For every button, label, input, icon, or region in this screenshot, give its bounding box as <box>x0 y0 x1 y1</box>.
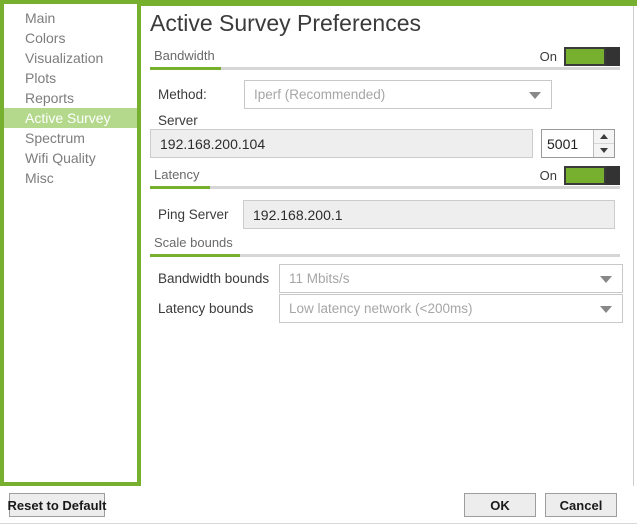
ok-button[interactable]: OK <box>464 493 536 517</box>
dialog-footer: Reset to Default OK Cancel <box>0 486 637 527</box>
chevron-down-icon <box>600 275 612 283</box>
chevron-down-icon <box>529 91 541 99</box>
latency-bounds-value: Low latency network (<200ms) <box>289 301 473 316</box>
toggle-knob <box>606 47 620 66</box>
server-label: Server <box>158 113 198 128</box>
ping-server-value: 192.168.200.1 <box>253 206 343 223</box>
port-stepper-buttons[interactable] <box>593 130 614 157</box>
sidebar-item-label: Misc <box>25 170 54 186</box>
latency-toggle-group[interactable]: On <box>540 166 620 185</box>
ping-server-row: Ping Server 192.168.200.1 <box>150 200 615 229</box>
latency-bounds-dropdown[interactable]: Low latency network (<200ms) <box>279 294 623 323</box>
latency-section-title: Latency <box>154 167 200 182</box>
bandwidth-toggle-group[interactable]: On <box>540 47 620 66</box>
ping-server-input[interactable]: 192.168.200.1 <box>243 200 615 229</box>
server-input[interactable]: 192.168.200.104 <box>150 129 533 158</box>
server-value: 192.168.200.104 <box>160 135 266 152</box>
method-row: Method: Iperf (Recommended) <box>150 80 620 109</box>
section-rule-active <box>150 254 240 257</box>
bandwidth-bounds-value: 11 Mbits/s <box>289 271 350 286</box>
toggle-track <box>564 47 606 66</box>
latency-bounds-row: Latency bounds Low latency network (<200… <box>150 294 623 323</box>
scale-bounds-section: Scale bounds <box>150 235 620 257</box>
latency-bounds-label: Latency bounds <box>158 301 254 316</box>
sidebar-item-reports[interactable]: Reports <box>4 88 137 108</box>
port-increment-button[interactable] <box>594 130 614 144</box>
sidebar-item-active-survey[interactable]: Active Survey <box>4 108 137 128</box>
preferences-content-panel: Active Survey Preferences Bandwidth On M… <box>141 6 633 486</box>
sidebar-item-misc[interactable]: Misc <box>4 168 137 188</box>
port-decrement-button[interactable] <box>594 144 614 157</box>
method-value: Iperf (Recommended) <box>254 87 386 102</box>
sidebar-item-plots[interactable]: Plots <box>4 68 137 88</box>
port-value: 5001 <box>547 135 579 152</box>
chevron-down-icon <box>600 305 612 313</box>
panel-right-edge <box>633 6 634 486</box>
bandwidth-section-header: Bandwidth On <box>150 47 620 70</box>
sidebar-item-label: Active Survey <box>25 110 111 126</box>
sidebar-item-label: Plots <box>25 70 57 86</box>
method-dropdown[interactable]: Iperf (Recommended) <box>244 80 552 109</box>
bandwidth-bounds-dropdown[interactable]: 11 Mbits/s <box>279 264 623 293</box>
sidebar-item-colors[interactable]: Colors <box>4 28 137 48</box>
reset-to-default-button[interactable]: Reset to Default <box>8 493 106 517</box>
sidebar-item-visualization[interactable]: Visualization <box>4 48 137 68</box>
bandwidth-bounds-label: Bandwidth bounds <box>158 271 270 286</box>
bandwidth-bounds-row: Bandwidth bounds 11 Mbits/s <box>150 264 623 293</box>
latency-section-header: Latency On <box>150 166 620 189</box>
latency-toggle-label: On <box>539 168 557 183</box>
sidebar-item-label: Colors <box>25 30 66 46</box>
sidebar-item-label: Spectrum <box>25 130 85 146</box>
section-rule <box>150 186 620 189</box>
page-title: Active Survey Preferences <box>150 10 422 36</box>
toggle-knob <box>606 166 620 185</box>
cancel-button[interactable]: Cancel <box>545 493 617 517</box>
bandwidth-toggle-switch[interactable] <box>564 47 620 66</box>
bandwidth-section: Bandwidth On <box>150 47 620 70</box>
latency-section: Latency On <box>150 166 620 189</box>
section-rule-active <box>150 186 210 189</box>
section-rule-active <box>150 67 221 70</box>
sidebar-item-main[interactable]: Main <box>4 8 137 28</box>
sidebar-item-label: Reports <box>25 90 75 106</box>
arrow-down-icon <box>600 148 608 153</box>
sidebar-item-label: Visualization <box>25 50 104 66</box>
port-stepper[interactable]: 5001 <box>541 129 615 158</box>
scale-bounds-section-header: Scale bounds <box>150 235 620 257</box>
sidebar-item-wifi-quality[interactable]: Wifi Quality <box>4 148 137 168</box>
sidebar-item-label: Wifi Quality <box>25 150 96 166</box>
sidebar-nav-list: Main Colors Visualization Plots Reports … <box>4 4 137 188</box>
toggle-track <box>564 166 606 185</box>
preferences-sidebar: Main Colors Visualization Plots Reports … <box>0 0 141 486</box>
footer-divider <box>0 523 637 524</box>
method-label: Method: <box>158 87 207 102</box>
arrow-up-icon <box>600 134 608 139</box>
sidebar-item-label: Main <box>25 10 56 26</box>
latency-toggle-switch[interactable] <box>564 166 620 185</box>
ping-server-label: Ping Server <box>158 207 229 222</box>
bandwidth-toggle-label: On <box>539 49 557 64</box>
scale-bounds-section-title: Scale bounds <box>154 235 233 250</box>
server-row: 192.168.200.104 5001 <box>150 129 615 158</box>
bandwidth-section-title: Bandwidth <box>154 48 215 63</box>
sidebar-item-spectrum[interactable]: Spectrum <box>4 128 137 148</box>
